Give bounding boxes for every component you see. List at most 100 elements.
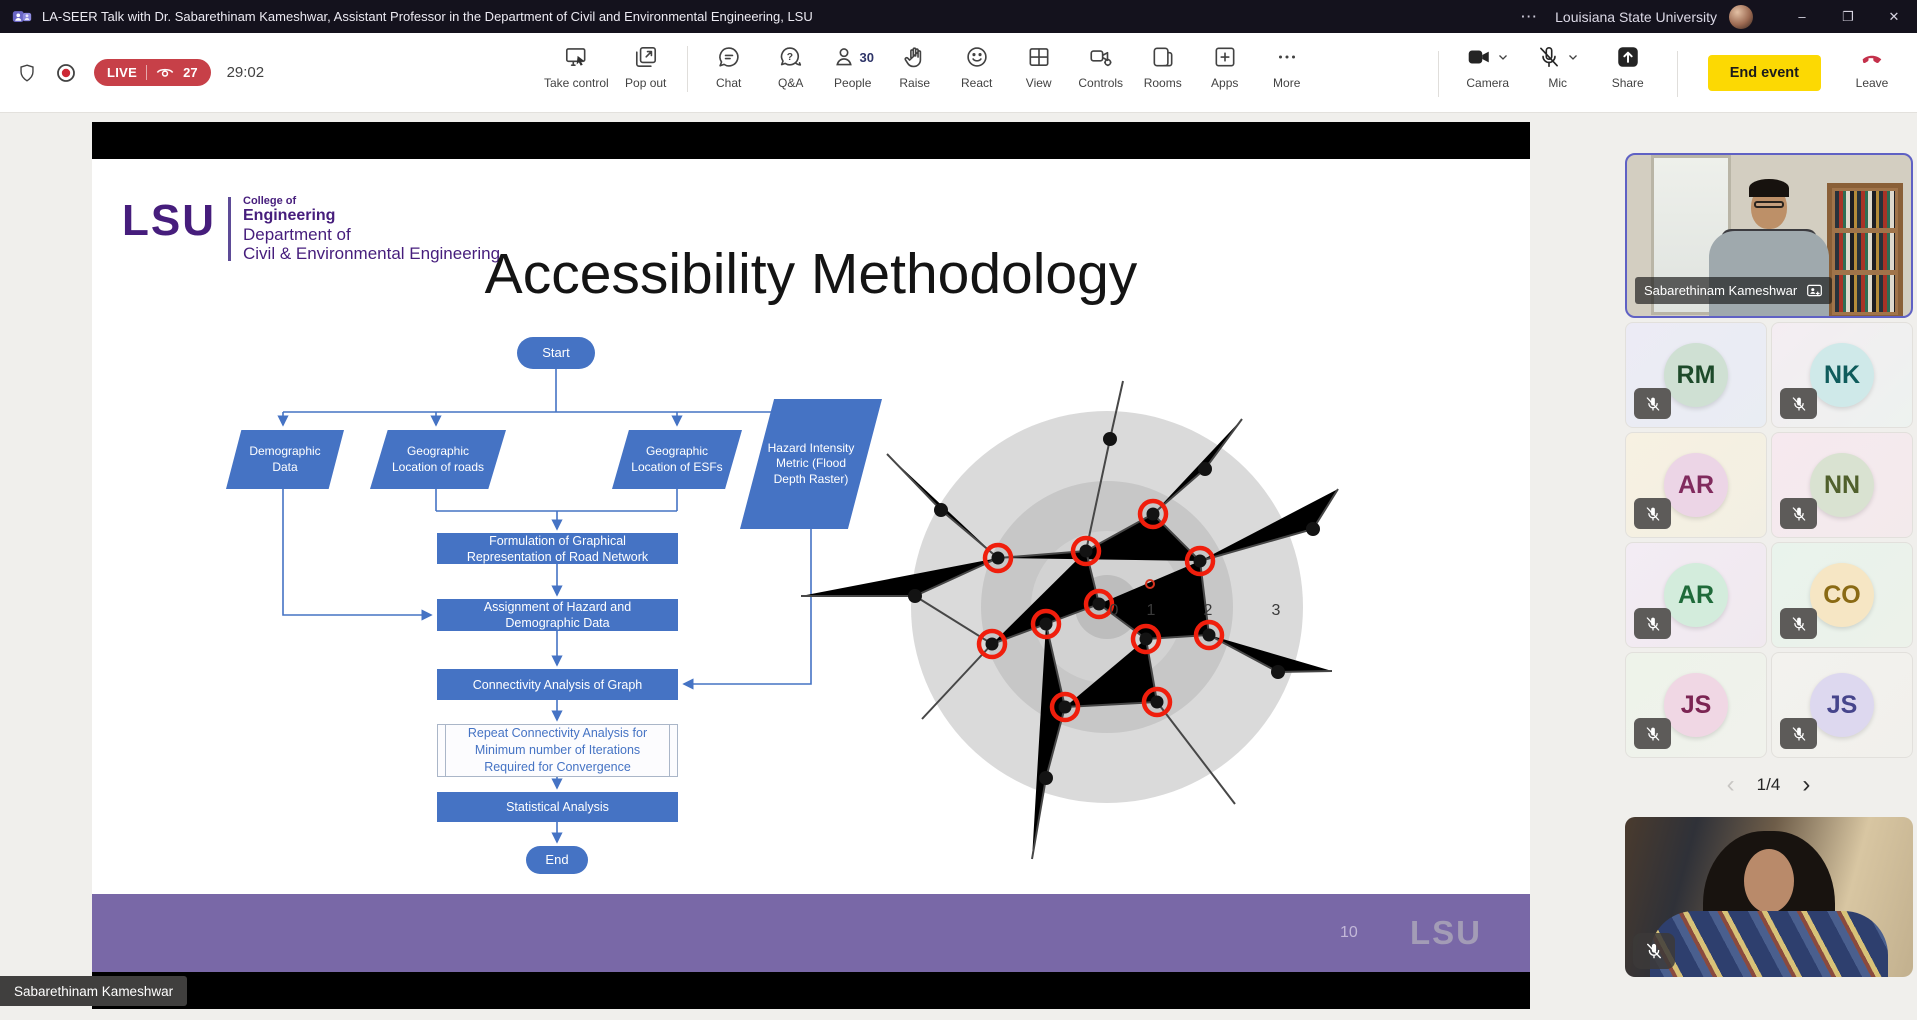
end-event-button[interactable]: End event xyxy=(1708,55,1821,91)
viewer-count: 27 xyxy=(183,65,197,80)
participant-tile[interactable]: RM xyxy=(1625,322,1767,428)
participants-sidebar: Sabarethinam Kameshwar RM NK AR NN xyxy=(1620,113,1917,1020)
rooms-button[interactable]: Rooms xyxy=(1134,44,1192,90)
participant-avatar: JS xyxy=(1810,673,1874,737)
slide-title: Accessibility Methodology xyxy=(92,241,1530,307)
view-button[interactable]: View xyxy=(1010,44,1068,90)
org-switcher[interactable]: Louisiana State University xyxy=(1555,9,1717,25)
attendee-video-tile[interactable] xyxy=(1625,817,1913,977)
people-icon xyxy=(831,44,857,70)
people-button[interactable]: 30 People xyxy=(824,44,882,90)
raise-hand-button[interactable]: Raise xyxy=(886,44,944,90)
mic-muted-icon xyxy=(1536,44,1562,70)
meeting-timer: 29:02 xyxy=(227,64,265,81)
meeting-toolbar: LIVE 27 29:02 Take control xyxy=(0,33,1917,113)
leave-button[interactable]: Leave xyxy=(1843,33,1901,90)
lsu-college-line1: College of xyxy=(243,195,500,207)
shared-slide: LSU College of Engineering Department of… xyxy=(92,159,1530,972)
share-letterbox-bottom xyxy=(92,972,1530,1009)
mic-chevron-icon[interactable] xyxy=(1567,51,1579,63)
share-letterbox-top xyxy=(92,122,1530,159)
titlebar-more-icon[interactable]: ⋯ xyxy=(1502,7,1555,27)
view-grid-icon xyxy=(1026,44,1052,70)
attendee-silhouette-body xyxy=(1650,911,1888,977)
restore-button[interactable]: ❐ xyxy=(1825,0,1871,33)
participant-avatar: NK xyxy=(1810,343,1874,407)
react-button[interactable]: React xyxy=(948,44,1006,90)
live-badge: LIVE 27 xyxy=(94,59,211,86)
share-button[interactable]: Share xyxy=(1599,33,1657,90)
participant-tile[interactable]: AR xyxy=(1625,432,1767,538)
speaker-video-tile[interactable]: Sabarethinam Kameshwar xyxy=(1625,153,1913,318)
mic-muted-badge xyxy=(1634,388,1671,419)
participant-tile[interactable]: NN xyxy=(1771,432,1913,538)
participant-tile[interactable]: JS xyxy=(1771,652,1913,758)
teams-app-icon xyxy=(12,7,32,27)
participant-avatar: AR xyxy=(1664,453,1728,517)
spotlight-icon xyxy=(1806,282,1823,299)
mic-muted-badge xyxy=(1780,608,1817,639)
participant-tile[interactable]: CO xyxy=(1771,542,1913,648)
share-icon xyxy=(1615,44,1641,70)
participant-avatar: NN xyxy=(1810,453,1874,517)
pop-out-icon xyxy=(633,44,659,70)
network-diagram: 0 1 2 3 xyxy=(801,381,1338,859)
flow-step-assignment: Assignment of Hazard and Demographic Dat… xyxy=(437,599,678,631)
attendee-silhouette-face xyxy=(1744,849,1794,913)
svg-text:?: ? xyxy=(786,52,792,63)
mic-button[interactable]: Mic xyxy=(1529,33,1587,90)
flow-input-esfs: Geographic Location of ESFs xyxy=(612,430,742,489)
apps-icon xyxy=(1212,44,1238,70)
speaker-silhouette-hair xyxy=(1749,179,1789,197)
pagination-next-icon[interactable]: › xyxy=(1802,773,1810,797)
toolbar-divider xyxy=(1438,51,1439,97)
participant-tile[interactable]: JS xyxy=(1625,652,1767,758)
participant-tile[interactable]: NK xyxy=(1771,322,1913,428)
qa-button[interactable]: ? Q&A xyxy=(762,44,820,90)
flow-step-connectivity: Connectivity Analysis of Graph xyxy=(437,669,678,700)
participant-avatar: JS xyxy=(1664,673,1728,737)
more-dots-icon xyxy=(1274,44,1300,70)
rooms-icon xyxy=(1150,44,1176,70)
flow-start: Start xyxy=(517,337,595,369)
mic-muted-badge xyxy=(1780,498,1817,529)
live-divider xyxy=(146,65,147,80)
window-title: LA-SEER Talk with Dr. Sabarethinam Kames… xyxy=(42,9,813,24)
pop-out-button[interactable]: Pop out xyxy=(617,44,675,90)
take-control-button[interactable]: Take control xyxy=(540,44,613,90)
participant-avatar: RM xyxy=(1664,343,1728,407)
slide-page-number: 10 xyxy=(1340,924,1358,942)
user-avatar[interactable] xyxy=(1729,5,1753,29)
camera-chevron-icon[interactable] xyxy=(1497,51,1509,63)
video-background-bookshelf xyxy=(1827,183,1903,318)
chat-button[interactable]: Chat xyxy=(700,44,758,90)
teams-window: LA-SEER Talk with Dr. Sabarethinam Kames… xyxy=(0,0,1917,1020)
ring-label-0: 0 xyxy=(1110,602,1119,619)
apps-button[interactable]: Apps xyxy=(1196,44,1254,90)
mic-muted-badge xyxy=(1633,933,1675,969)
center-marker-dot xyxy=(1146,580,1154,588)
flow-input-roads: Geographic Location of roads xyxy=(370,430,506,489)
leave-call-icon xyxy=(1858,44,1886,70)
qa-icon: ? xyxy=(778,44,804,70)
camera-button[interactable]: Camera xyxy=(1459,33,1517,90)
participant-avatar: AR xyxy=(1664,563,1728,627)
flow-end: End xyxy=(526,846,588,874)
more-button[interactable]: More xyxy=(1258,44,1316,90)
window-titlebar: LA-SEER Talk with Dr. Sabarethinam Kames… xyxy=(0,0,1917,33)
mic-muted-badge xyxy=(1634,718,1671,749)
people-count: 30 xyxy=(859,50,873,65)
slide-footer-bar: 10 LSU xyxy=(92,894,1530,972)
slide-footer-lsu-logo: LSU xyxy=(1410,914,1482,952)
ring-label-3: 3 xyxy=(1272,602,1281,619)
close-button[interactable]: ✕ xyxy=(1871,0,1917,33)
controls-button[interactable]: Controls xyxy=(1072,44,1130,90)
participant-tile[interactable]: AR xyxy=(1625,542,1767,648)
minimize-button[interactable]: – xyxy=(1779,0,1825,33)
speaker-silhouette-glasses xyxy=(1754,201,1784,208)
flow-step-formulation: Formulation of Graphical Representation … xyxy=(437,533,678,564)
viewers-eye-icon xyxy=(156,66,174,79)
shield-icon[interactable] xyxy=(16,62,38,84)
pagination-prev-icon[interactable]: ‹ xyxy=(1727,773,1735,797)
ring-label-1: 1 xyxy=(1147,602,1156,619)
